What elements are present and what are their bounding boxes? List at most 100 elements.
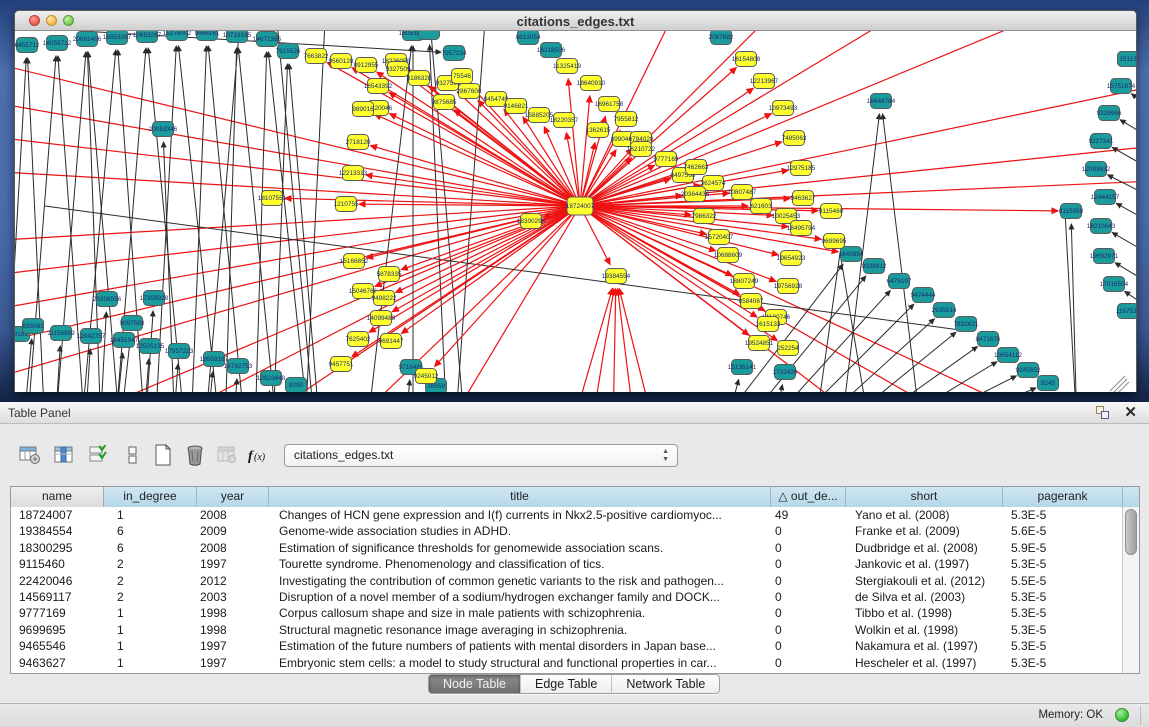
table-row[interactable]: 2242004622012Investigating the contribut… xyxy=(11,573,1123,589)
tab-edge-table[interactable]: Edge Table xyxy=(521,675,612,694)
graph-node[interactable]: 9097588 xyxy=(120,316,145,331)
table-row[interactable]: 946554611997Estimation of the future num… xyxy=(11,638,1123,654)
graph-node[interactable]: 9466161 xyxy=(195,31,220,41)
graph-node[interactable]: 16210722 xyxy=(627,142,656,157)
graph-node[interactable]: 20364436 xyxy=(681,187,710,202)
show-columns-icon[interactable] xyxy=(51,442,77,468)
graph-node[interactable]: 20691406 xyxy=(73,32,102,47)
graph-node[interactable]: 17016504 xyxy=(1100,277,1129,292)
graph-node[interactable]: 15276002 xyxy=(163,31,192,41)
graph-node[interactable]: 12942757 xyxy=(77,329,106,344)
graph-node[interactable]: 10973493 xyxy=(769,101,798,116)
graph-node[interactable]: 20053346 xyxy=(149,122,178,137)
select-columns-icon[interactable] xyxy=(85,442,111,468)
graph-node[interactable]: 17359928 xyxy=(140,291,169,306)
table-row[interactable]: 969969511998Structural magnetic resonanc… xyxy=(11,622,1123,638)
graph-node[interactable]: 12093832 xyxy=(1082,162,1111,177)
graph-node[interactable]: 9560128 xyxy=(329,54,354,69)
table-row[interactable]: 1872400712008Changes of HCN gene express… xyxy=(11,507,1123,523)
graph-node[interactable]: 8471676 xyxy=(976,332,1001,347)
graph-node[interactable]: 10654112 xyxy=(994,348,1022,363)
column-header-pagerank[interactable]: pagerank xyxy=(1003,487,1123,507)
graph-node[interactable]: 16782753 xyxy=(224,359,253,374)
graph-node[interactable]: 19384554 xyxy=(602,269,631,284)
graph-node[interactable]: 18220357 xyxy=(550,113,579,128)
graph-node[interactable]: 1640954 xyxy=(839,247,864,262)
table-row[interactable]: 1938455462009Genome-wide association stu… xyxy=(11,523,1123,539)
graph-node[interactable]: 7462663 xyxy=(684,160,709,175)
graph-node[interactable]: 7955812 xyxy=(614,112,639,127)
graph-node[interactable]: 17957223 xyxy=(165,344,194,359)
graph-node[interactable]: 835081 xyxy=(22,319,44,334)
graph-node[interactable]: 10688609 xyxy=(714,248,743,263)
graph-node[interactable]: 19524851 xyxy=(745,336,774,351)
graph-node[interactable]: 621603 xyxy=(750,199,772,214)
graph-node[interactable]: 2867608 xyxy=(457,84,482,99)
graph-node[interactable]: 2087682 xyxy=(709,31,734,45)
graph-node[interactable]: 8813054 xyxy=(516,31,541,45)
graph-node[interactable]: 12975185 xyxy=(787,161,816,176)
network-canvas[interactable]: 6455712140557122069140618853287106532871… xyxy=(15,31,1136,392)
graph-node[interactable]: 7832621 xyxy=(954,317,979,332)
function-builder-icon[interactable]: f(x) xyxy=(246,442,272,468)
graph-node[interactable]: 1167533 xyxy=(1116,304,1136,319)
column-header-short[interactable]: short xyxy=(846,487,1003,507)
graph-node[interactable]: 7915526 xyxy=(276,44,301,59)
graph-node[interactable]: 989016 xyxy=(352,102,374,117)
table-row[interactable]: 946362711997Embryonic stem cells: a mode… xyxy=(11,655,1123,671)
graph-node[interactable]: 18300295 xyxy=(517,214,546,229)
graph-node[interactable]: 15885205 xyxy=(525,108,554,123)
graph-node[interactable]: 16543392 xyxy=(364,79,393,94)
column-header-out_degree[interactable]: △ out_de... xyxy=(771,487,846,507)
graph-node[interactable]: 9777169 xyxy=(654,152,679,167)
graph-node[interactable]: 16154808 xyxy=(732,52,761,67)
graph-node[interactable]: 7663822 xyxy=(304,49,329,64)
graph-node[interactable]: 9245 xyxy=(1038,376,1059,391)
graph-node[interactable]: 9875685 xyxy=(432,95,457,110)
graph-node[interactable]: 12213313 xyxy=(339,166,368,181)
graph-node[interactable]: 11156889 xyxy=(47,326,75,341)
graph-node[interactable]: 9245652 xyxy=(1016,363,1041,378)
graph-node[interactable]: 19654923 xyxy=(777,251,806,266)
graph-node[interactable]: 18807249 xyxy=(730,274,759,289)
import-table-icon[interactable] xyxy=(214,442,240,468)
graph-node[interactable]: 9329966 xyxy=(1097,106,1122,121)
graph-node[interactable]: 9691447 xyxy=(379,334,404,349)
graph-node[interactable]: 9146821 xyxy=(504,99,529,114)
graph-node[interactable]: 12505135 xyxy=(136,339,165,354)
window-titlebar[interactable]: citations_edges.txt xyxy=(15,11,1136,31)
graph-node[interactable]: 15136141 xyxy=(728,360,757,375)
table-row[interactable]: 1830029562008Estimation of significance … xyxy=(11,540,1123,556)
scrollbar-thumb[interactable] xyxy=(1125,509,1137,555)
graph-node[interactable]: 8912955 xyxy=(354,58,379,73)
graph-node[interactable]: 9338912 xyxy=(862,259,887,274)
graph-node[interactable]: 12923448 xyxy=(257,371,286,386)
graph-node[interactable]: 10719185 xyxy=(223,31,252,43)
graph-node[interactable]: 75546 xyxy=(452,69,473,84)
graph-node[interactable]: 2718120 xyxy=(346,135,371,150)
graph-node[interactable]: 16648784 xyxy=(867,94,896,109)
graph-node[interactable]: 5878335 xyxy=(377,267,402,282)
graph-node[interactable]: 9498222 xyxy=(372,291,397,306)
graph-node[interactable]: 9327509 xyxy=(386,62,411,77)
graph-node[interactable]: 19592971 xyxy=(1090,249,1119,264)
graph-node[interactable]: 10653287 xyxy=(133,31,162,43)
memory-ok-indicator[interactable] xyxy=(1115,708,1129,722)
graph-node[interactable]: 18640910 xyxy=(577,76,606,91)
graph-node[interactable]: 15720407 xyxy=(705,230,734,245)
graph-node[interactable]: 9245012 xyxy=(414,369,439,384)
graph-node[interactable]: 18853287 xyxy=(103,31,132,45)
column-header-year[interactable]: year xyxy=(197,487,269,507)
graph-node[interactable]: 9457751 xyxy=(329,357,354,372)
graph-node[interactable]: 8186328 xyxy=(407,71,432,86)
graph-node[interactable]: 18107551 xyxy=(258,191,287,206)
vertical-scrollbar[interactable] xyxy=(1122,507,1139,674)
graph-node[interactable]: 1733426 xyxy=(773,365,798,380)
graph-node[interactable]: 18495794 xyxy=(787,221,816,236)
graph-node[interactable]: 9463627 xyxy=(791,191,816,206)
graph-node[interactable]: 9115460 xyxy=(819,204,844,219)
table-row[interactable]: 977716911998Corpus callosum shape and si… xyxy=(11,605,1123,621)
graph-node[interactable]: 18724007 xyxy=(566,197,595,215)
graph-node[interactable]: 11325419 xyxy=(553,59,581,74)
column-header-name[interactable]: name xyxy=(11,487,104,507)
